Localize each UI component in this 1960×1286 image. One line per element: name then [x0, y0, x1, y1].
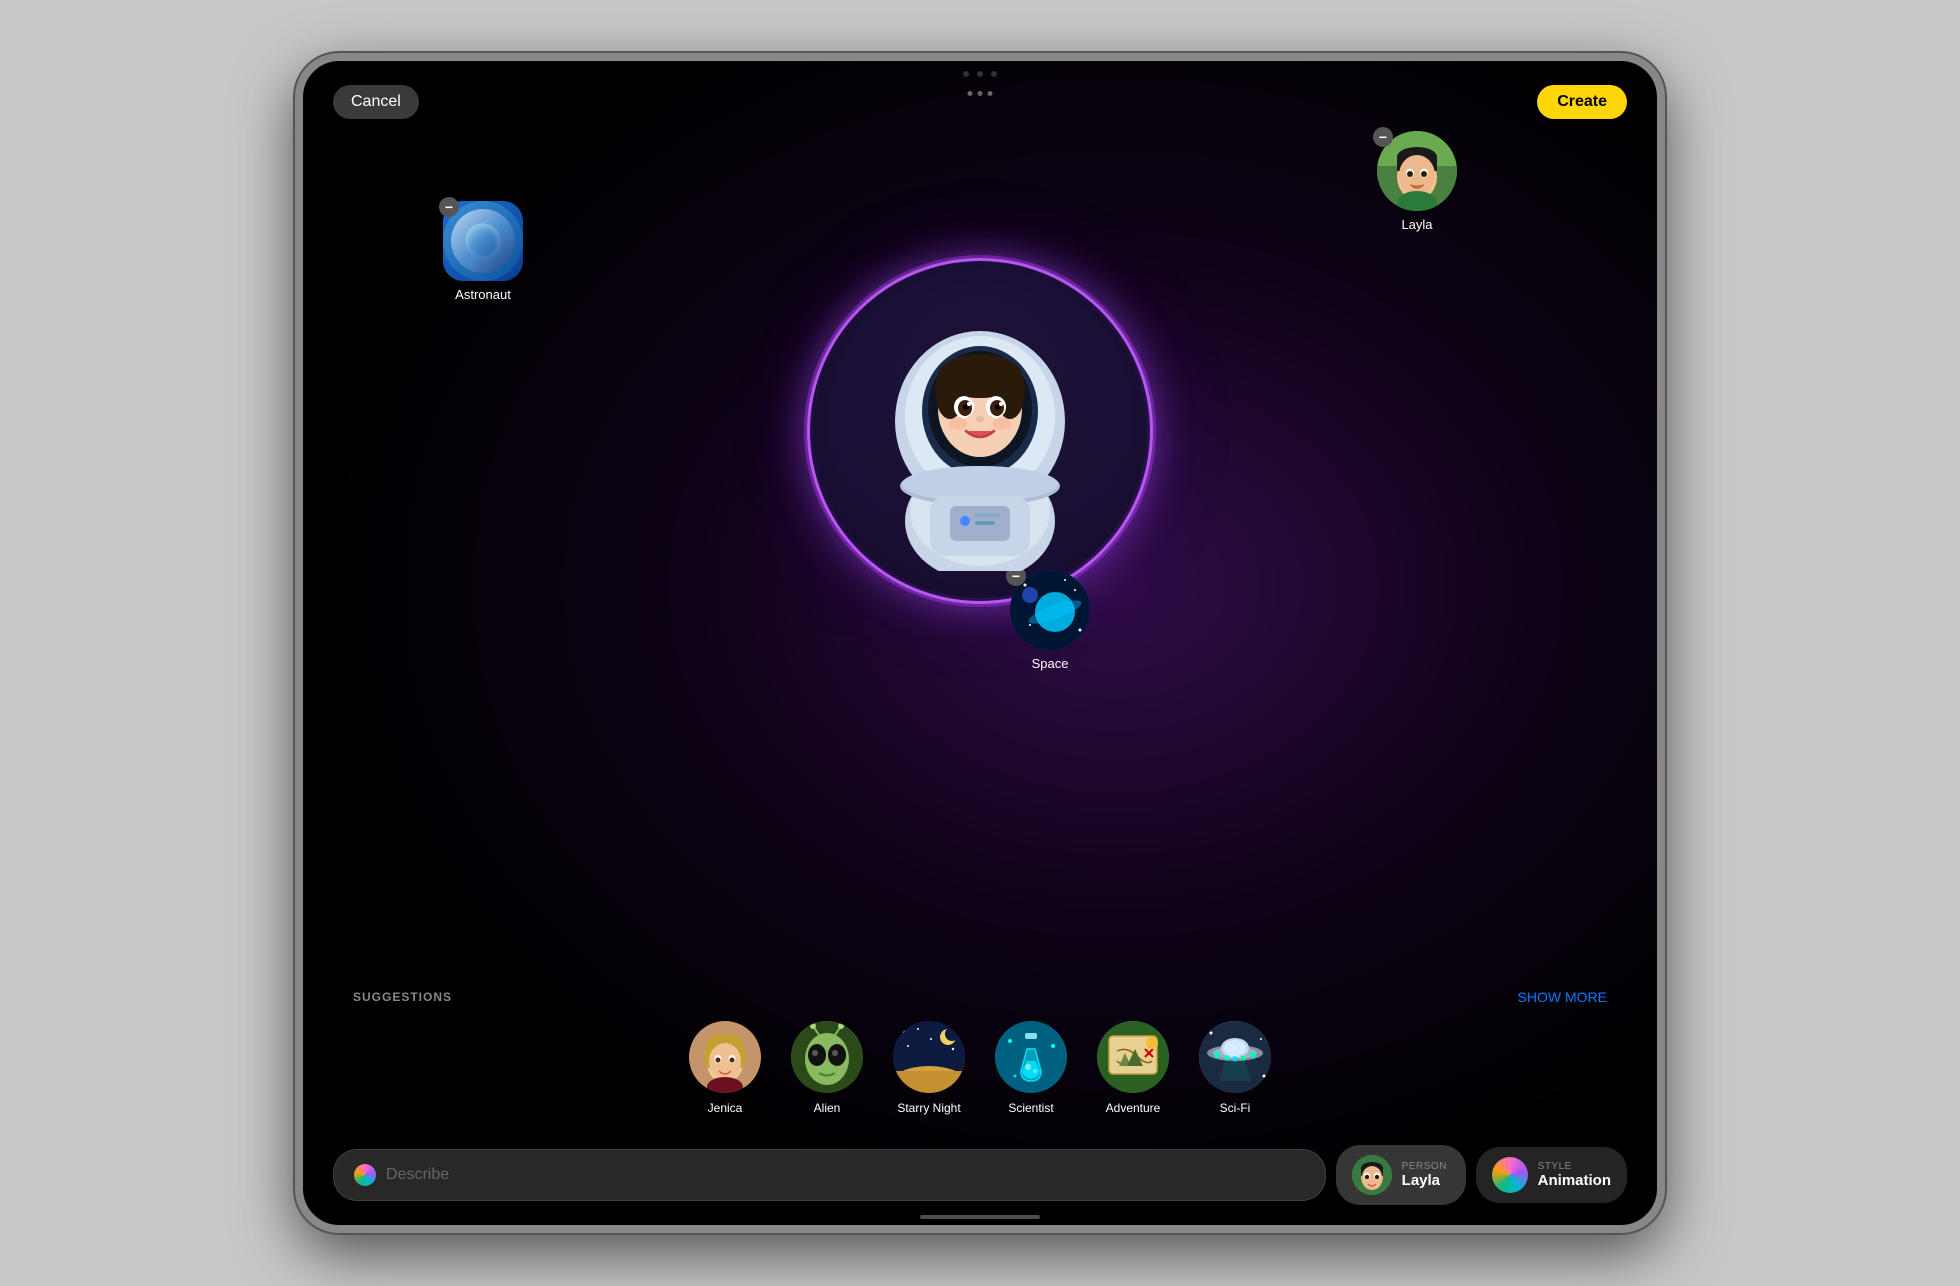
home-indicator	[920, 1215, 1040, 1219]
suggestion-label-starry-night: Starry Night	[897, 1101, 960, 1115]
astronaut-label: Astronaut	[455, 287, 511, 302]
center-preview: − Astronaut −	[303, 121, 1657, 741]
space-float-item[interactable]: −	[1010, 570, 1090, 671]
suggestion-label-sci-fi: Sci-Fi	[1220, 1101, 1251, 1115]
style-pill[interactable]: STYLE Animation	[1476, 1147, 1627, 1203]
suggestions-header: SUGGESTIONS SHOW MORE	[343, 989, 1617, 1005]
bottom-bar: Describe	[303, 1145, 1657, 1205]
astronaut-character	[840, 291, 1120, 571]
camera-dot-1	[963, 71, 969, 77]
style-label: STYLE	[1538, 1161, 1611, 1172]
dot-3	[988, 91, 993, 96]
main-preview-circle	[810, 261, 1150, 601]
person-avatar	[1352, 1155, 1392, 1195]
person-info: PERSON Layla	[1402, 1161, 1447, 1189]
astronaut-float-item[interactable]: − Astronaut	[443, 201, 523, 302]
suggestion-item-sci-fi[interactable]: Sci-Fi	[1199, 1021, 1271, 1115]
suggestion-avatar-alien	[791, 1021, 863, 1093]
suggestion-avatar-scientist	[995, 1021, 1067, 1093]
describe-placeholder: Describe	[386, 1166, 449, 1184]
dot-2	[978, 91, 983, 96]
suggestion-avatar-starry-night	[893, 1021, 965, 1093]
dot-1	[968, 91, 973, 96]
person-name: Layla	[1402, 1172, 1447, 1189]
remove-astronaut-badge[interactable]: −	[439, 197, 459, 217]
suggestions-section: SUGGESTIONS SHOW MORE	[303, 989, 1657, 1115]
suggestion-avatar-sci-fi	[1199, 1021, 1271, 1093]
suggestion-label-alien: Alien	[814, 1101, 841, 1115]
space-label: Space	[1032, 656, 1069, 671]
suggestion-item-jenica[interactable]: Jenica	[689, 1021, 761, 1115]
suggestion-item-starry-night[interactable]: Starry Night	[893, 1021, 965, 1115]
person-pill[interactable]: PERSON Layla	[1336, 1145, 1466, 1205]
create-button[interactable]: Create	[1537, 85, 1627, 119]
describe-input[interactable]: Describe	[333, 1149, 1326, 1201]
camera-bar	[963, 71, 997, 77]
style-icon	[1492, 1157, 1528, 1193]
suggestion-avatar-jenica	[689, 1021, 761, 1093]
style-name: Animation	[1538, 1172, 1611, 1189]
remove-layla-badge[interactable]: −	[1373, 127, 1393, 147]
astronaut-icon: −	[443, 201, 523, 281]
volume-button	[295, 261, 299, 311]
suggestions-title: SUGGESTIONS	[353, 990, 452, 1004]
cancel-button[interactable]: Cancel	[333, 85, 419, 119]
camera-dot-2	[977, 71, 983, 77]
style-info: STYLE Animation	[1538, 1161, 1611, 1189]
suggestion-label-adventure: Adventure	[1106, 1101, 1161, 1115]
more-options[interactable]	[968, 91, 993, 96]
suggestion-label-jenica: Jenica	[708, 1101, 743, 1115]
ipad-frame: Cancel Create	[295, 53, 1665, 1233]
camera-dot-3	[991, 71, 997, 77]
suggestion-item-alien[interactable]: Alien	[791, 1021, 863, 1115]
layla-float-item[interactable]: −	[1377, 131, 1457, 232]
layla-label: Layla	[1401, 217, 1432, 232]
suggestion-item-adventure[interactable]: Adventure	[1097, 1021, 1169, 1115]
astronaut-svg	[850, 291, 1110, 571]
show-more-button[interactable]: SHOW MORE	[1518, 989, 1607, 1005]
suggestion-item-scientist[interactable]: Scientist	[995, 1021, 1067, 1115]
person-label: PERSON	[1402, 1161, 1447, 1172]
suggestion-label-scientist: Scientist	[1008, 1101, 1053, 1115]
suggestions-list: Jenica	[343, 1021, 1617, 1115]
ipad-screen: Cancel Create	[303, 61, 1657, 1225]
suggestion-avatar-adventure	[1097, 1021, 1169, 1093]
describe-icon	[354, 1164, 376, 1186]
